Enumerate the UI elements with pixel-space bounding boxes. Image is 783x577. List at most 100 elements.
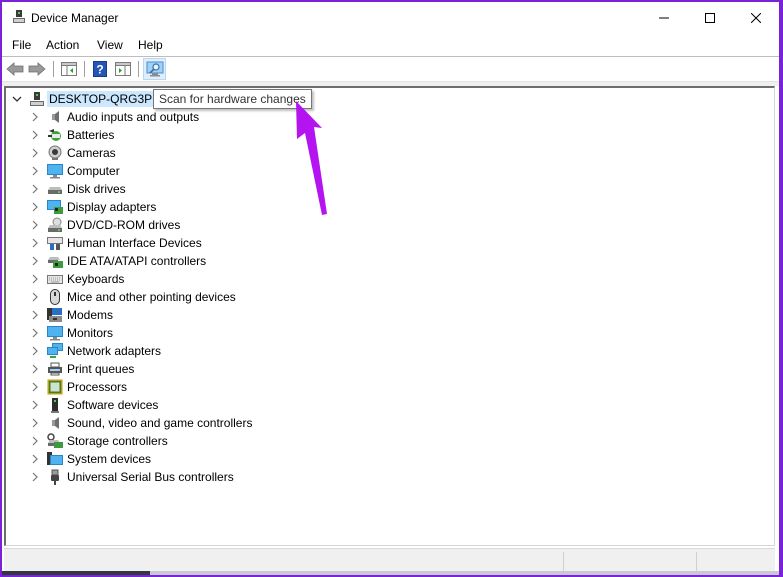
tree-category-label[interactable]: Human Interface Devices (67, 236, 202, 250)
chevron-right-icon[interactable] (29, 237, 41, 249)
display-adapter-icon (47, 199, 63, 215)
maximize-button[interactable] (687, 2, 733, 34)
help-button[interactable]: ? (90, 59, 110, 79)
chevron-right-icon[interactable] (29, 435, 41, 447)
chevron-right-icon[interactable] (29, 327, 41, 339)
disk-drive-icon (47, 181, 63, 197)
tree-category-item[interactable]: System devices (29, 450, 151, 468)
tree-category-label[interactable]: System devices (67, 452, 151, 466)
storage-controller-icon (47, 433, 63, 449)
chevron-right-icon[interactable] (29, 183, 41, 195)
tree-category-item[interactable]: Modems (29, 306, 113, 324)
chevron-right-icon[interactable] (29, 201, 41, 213)
show-hide-console-tree-button[interactable] (59, 59, 79, 79)
menu-help[interactable]: Help (138, 38, 163, 52)
title-bar[interactable]: Device Manager (2, 2, 779, 34)
tree-category-item[interactable]: IDE ATA/ATAPI controllers (29, 252, 206, 270)
show-hide-action-pane-button[interactable] (113, 59, 133, 79)
menu-action[interactable]: Action (46, 38, 79, 52)
tree-category-item[interactable]: Print queues (29, 360, 134, 378)
menu-view[interactable]: View (97, 38, 123, 52)
tree-category-label[interactable]: Cameras (67, 146, 116, 160)
forward-arrow-icon (28, 62, 46, 76)
chevron-right-icon[interactable] (29, 399, 41, 411)
back-button[interactable] (5, 59, 25, 79)
chevron-right-icon[interactable] (29, 453, 41, 465)
tree-category-item[interactable]: Storage controllers (29, 432, 168, 450)
chevron-right-icon[interactable] (29, 363, 41, 375)
tree-category-item[interactable]: Sound, video and game controllers (29, 414, 252, 432)
tree-category-label[interactable]: Modems (67, 308, 113, 322)
chevron-down-icon[interactable] (11, 93, 23, 105)
tree-category-label[interactable]: Network adapters (67, 344, 161, 358)
chevron-right-icon[interactable] (29, 345, 41, 357)
ide-controller-icon (47, 253, 63, 269)
chevron-right-icon[interactable] (29, 381, 41, 393)
menu-bar: File Action View Help (2, 34, 779, 57)
toolbar: ? (2, 57, 779, 82)
taskbar-edge (2, 571, 779, 575)
minimize-button[interactable] (641, 2, 687, 34)
tree-category-label[interactable]: Software devices (67, 398, 158, 412)
chevron-right-icon[interactable] (29, 309, 41, 321)
chevron-right-icon[interactable] (29, 417, 41, 429)
back-arrow-icon (6, 62, 24, 76)
hid-icon (47, 235, 63, 251)
usb-icon (47, 469, 63, 485)
speaker-icon (47, 109, 63, 125)
processor-icon (47, 379, 63, 395)
tree-category-label[interactable]: Batteries (67, 128, 114, 142)
chevron-right-icon[interactable] (29, 165, 41, 177)
tree-category-label[interactable]: IDE ATA/ATAPI controllers (67, 254, 206, 268)
chevron-right-icon[interactable] (29, 147, 41, 159)
tree-category-item[interactable]: Display adapters (29, 198, 156, 216)
chevron-right-icon[interactable] (29, 129, 41, 141)
tree-category-item[interactable]: Batteries (29, 126, 114, 144)
tree-category-label[interactable]: Keyboards (67, 272, 124, 286)
status-separator (563, 552, 564, 571)
battery-icon (47, 127, 63, 143)
chevron-right-icon[interactable] (29, 219, 41, 231)
tree-category-item[interactable]: Audio inputs and outputs (29, 108, 199, 126)
menu-file[interactable]: File (12, 38, 31, 52)
tree-category-label[interactable]: DVD/CD-ROM drives (67, 218, 180, 232)
close-icon (751, 13, 761, 23)
tree-category-item[interactable]: Human Interface Devices (29, 234, 202, 252)
taskbar-dark-segment (2, 571, 150, 575)
tree-category-label[interactable]: Sound, video and game controllers (67, 416, 252, 430)
tree-category-label[interactable]: Audio inputs and outputs (67, 110, 199, 124)
chevron-right-icon[interactable] (29, 255, 41, 267)
tree-category-item[interactable]: Disk drives (29, 180, 126, 198)
chevron-right-icon[interactable] (29, 111, 41, 123)
tree-category-label[interactable]: Storage controllers (67, 434, 168, 448)
chevron-right-icon[interactable] (29, 291, 41, 303)
tree-category-item[interactable]: Processors (29, 378, 127, 396)
tree-category-label[interactable]: Display adapters (67, 200, 156, 214)
forward-button[interactable] (27, 59, 47, 79)
tree-category-label[interactable]: Universal Serial Bus controllers (67, 470, 234, 484)
chevron-right-icon[interactable] (29, 273, 41, 285)
chevron-right-icon[interactable] (29, 471, 41, 483)
tree-category-item[interactable]: Keyboards (29, 270, 124, 288)
scan-hardware-button[interactable] (143, 58, 166, 80)
tree-category-item[interactable]: Cameras (29, 144, 116, 162)
tree-category-label[interactable]: Monitors (67, 326, 113, 340)
tree-category-item[interactable]: Monitors (29, 324, 113, 342)
tree-category-item[interactable]: Universal Serial Bus controllers (29, 468, 234, 486)
tree-category-item[interactable]: Software devices (29, 396, 158, 414)
close-button[interactable] (733, 2, 779, 34)
tree-category-label[interactable]: Processors (67, 380, 127, 394)
tree-category-item[interactable]: Computer (29, 162, 120, 180)
tree-root[interactable]: DESKTOP-QRG3PDN (11, 90, 172, 108)
tree-category-item[interactable]: Network adapters (29, 342, 161, 360)
tree-category-label[interactable]: Computer (67, 164, 120, 178)
help-icon: ? (93, 61, 107, 77)
tree-category-item[interactable]: DVD/CD-ROM drives (29, 216, 180, 234)
action-pane-icon (115, 62, 131, 76)
tree-category-label[interactable]: Print queues (67, 362, 134, 376)
tree-category-label[interactable]: Mice and other pointing devices (67, 290, 236, 304)
tree-category-item[interactable]: Mice and other pointing devices (29, 288, 236, 306)
maximize-icon (705, 13, 715, 23)
device-tree[interactable]: DESKTOP-QRG3PDN Audio inputs and outputs… (4, 86, 775, 546)
tree-category-label[interactable]: Disk drives (67, 182, 126, 196)
